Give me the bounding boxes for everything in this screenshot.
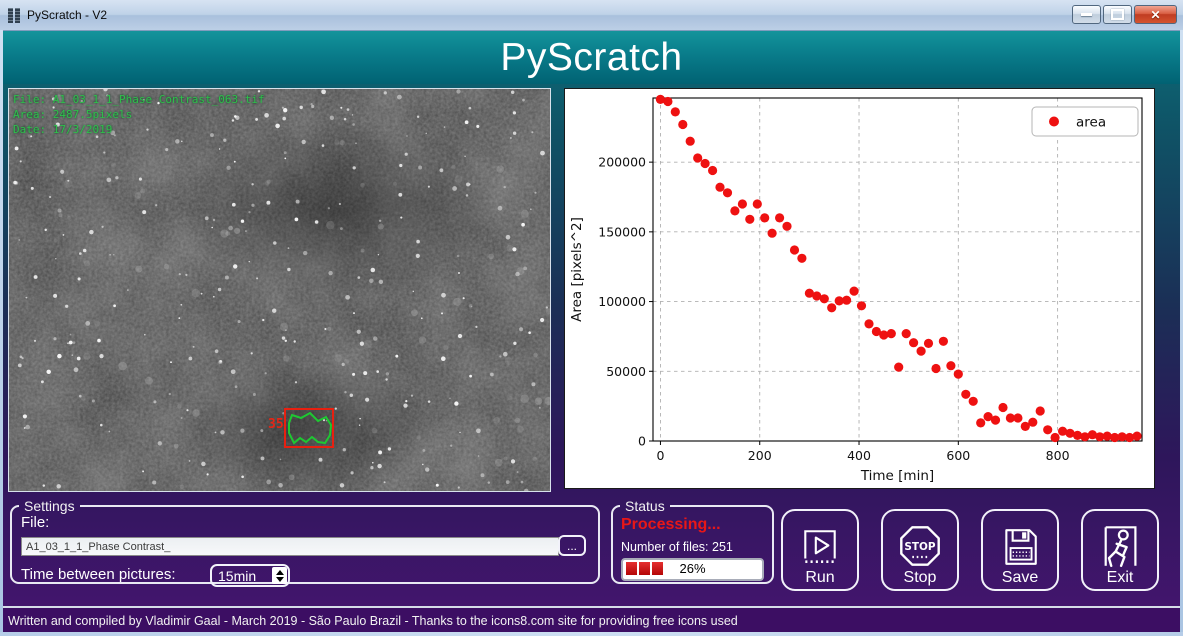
overlay-area-line: Area: 2487.5pixels — [13, 107, 265, 122]
svg-text:50000: 50000 — [606, 364, 646, 379]
close-icon: ✕ — [1150, 9, 1160, 21]
minimize-button[interactable] — [1072, 5, 1101, 24]
chart-panel: 0 200 400 600 800 0 50000 100000 150000 200000 Tim… — [564, 88, 1155, 489]
scratch-roi: 35 — [267, 401, 351, 455]
settings-group: Settings File: ... Time between pictures… — [10, 498, 600, 584]
exit-button[interactable]: Exit — [1081, 509, 1159, 591]
svg-text:Time [min]: Time [min] — [860, 468, 934, 484]
stop-button[interactable]: STOP Stop — [881, 509, 959, 591]
processing-status-text: Processing... — [621, 516, 721, 534]
title-bar[interactable]: PyScratch - V2 ✕ — [0, 0, 1183, 31]
roi-contour — [289, 413, 331, 443]
area-chart: 0 200 400 600 800 0 50000 100000 150000 200000 Tim… — [565, 89, 1154, 488]
window-title: PyScratch - V2 — [27, 8, 107, 22]
file-count-text: Number of files: 251 — [621, 540, 733, 554]
svg-text:800: 800 — [1046, 448, 1070, 463]
run-icon — [799, 526, 841, 568]
app-header: PyScratch — [0, 31, 1183, 84]
roi-label: 35 — [268, 417, 284, 432]
spinner-down-icon[interactable] — [276, 577, 284, 582]
minimize-icon — [1081, 13, 1092, 16]
maximize-icon — [1111, 9, 1124, 20]
footer-bar: Written and compiled by Vladimir Gaal - … — [0, 606, 1183, 633]
svg-text:150000: 150000 — [598, 224, 646, 239]
progress-percent: 26% — [623, 561, 762, 576]
interval-spinner-buttons[interactable] — [272, 567, 287, 584]
overlay-file-line: File: A1_03_1_1_Phase Contrast_063.tif — [13, 92, 265, 107]
status-group: Status Processing... Number of files: 25… — [611, 498, 774, 584]
window-border-left — [0, 30, 3, 636]
file-input[interactable] — [21, 537, 559, 556]
exit-icon — [1098, 524, 1142, 568]
progress-bar: 26% — [621, 558, 764, 581]
stop-button-label: Stop — [904, 569, 937, 587]
save-icon — [999, 526, 1041, 568]
svg-text:0: 0 — [638, 434, 646, 449]
overlay-date-line: Date: 17/3/2019 — [13, 122, 265, 137]
window-border-bottom — [0, 632, 1183, 636]
svg-text:400: 400 — [847, 448, 871, 463]
close-button[interactable]: ✕ — [1134, 5, 1177, 24]
save-button[interactable]: Save — [981, 509, 1059, 591]
page-title: PyScratch — [500, 36, 682, 80]
spinner-up-icon[interactable] — [276, 570, 284, 575]
action-button-row: Run STOP Stop Save — [781, 509, 1159, 591]
browse-button[interactable]: ... — [558, 535, 586, 556]
image-overlay-text: File: A1_03_1_1_Phase Contrast_063.tif A… — [13, 92, 265, 137]
svg-text:0: 0 — [656, 448, 664, 463]
interval-label: Time between pictures: — [21, 566, 176, 583]
interval-value: 15min — [212, 568, 272, 584]
credit-text: Written and compiled by Vladimir Gaal - … — [8, 614, 738, 628]
svg-text:Area [pixels^2]: Area [pixels^2] — [569, 217, 585, 322]
run-button[interactable]: Run — [781, 509, 859, 591]
app-window: PyScratch - V2 ✕ PyScratch — [0, 0, 1183, 636]
svg-text:200000: 200000 — [598, 155, 646, 170]
svg-text:100000: 100000 — [598, 294, 646, 309]
app-icon — [8, 8, 20, 23]
interval-spinner[interactable]: 15min — [210, 564, 290, 587]
svg-text:600: 600 — [946, 448, 970, 463]
file-label: File: — [21, 514, 49, 531]
stop-icon: STOP — [898, 524, 942, 568]
status-group-label: Status — [620, 498, 670, 514]
save-button-label: Save — [1002, 569, 1038, 587]
settings-group-label: Settings — [19, 498, 80, 514]
maximize-button[interactable] — [1103, 5, 1132, 24]
svg-text:200: 200 — [748, 448, 772, 463]
microscopy-image: File: A1_03_1_1_Phase Contrast_063.tif A… — [8, 88, 551, 492]
svg-text:area: area — [1076, 115, 1106, 131]
exit-button-label: Exit — [1107, 569, 1134, 587]
run-button-label: Run — [805, 569, 834, 587]
svg-text:STOP: STOP — [904, 541, 936, 553]
